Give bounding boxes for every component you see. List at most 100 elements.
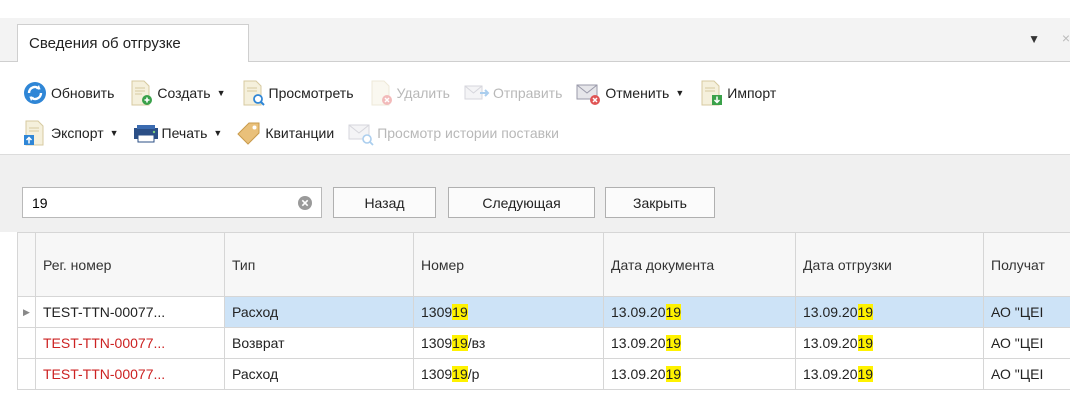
view-label: Просмотреть: [268, 85, 354, 101]
type-cell[interactable]: Возврат: [224, 327, 414, 359]
type-cell[interactable]: Расход: [224, 296, 414, 328]
delete-label: Удалить: [396, 85, 450, 101]
print-button[interactable]: Печать ▼: [133, 120, 223, 146]
tag-icon: [236, 120, 262, 146]
tab-bar: Сведения об отгрузке ▼ ×: [0, 18, 1070, 63]
top-strip: [0, 0, 1070, 18]
number-cell[interactable]: 130919/р: [413, 358, 604, 390]
row-indicator: [17, 327, 36, 359]
delete-doc-icon: [368, 80, 394, 106]
import-doc-icon: [698, 80, 724, 106]
close-search-button[interactable]: Закрыть: [605, 187, 715, 218]
search-match-highlight: 19: [857, 304, 874, 320]
next-button[interactable]: Следующая: [448, 187, 595, 218]
chevron-down-icon: ▼: [216, 88, 226, 98]
cancel-mail-icon: [576, 80, 602, 106]
search-match-highlight: 19: [665, 366, 682, 382]
document-date-cell[interactable]: 13.09.2019: [603, 358, 796, 390]
send-label: Отправить: [492, 85, 563, 101]
number-cell[interactable]: 130919: [413, 296, 604, 328]
document-date-cell[interactable]: 13.09.2019: [603, 296, 796, 328]
type-cell[interactable]: Расход: [224, 358, 414, 390]
column-header-type[interactable]: Тип: [224, 232, 414, 297]
refresh-icon: [22, 80, 48, 106]
cancel-label: Отменить: [605, 85, 670, 101]
shipment-date-cell[interactable]: 13.09.2019: [795, 358, 984, 390]
shipment-date-cell[interactable]: 13.09.2019: [795, 296, 984, 328]
table-row[interactable]: ▶ TEST-TTN-00077... Расход 130919 13.09.…: [17, 296, 1070, 328]
number-text: 1309: [421, 304, 453, 320]
history-mail-icon: [348, 120, 374, 146]
export-label: Экспорт: [51, 125, 104, 141]
receipts-button[interactable]: Квитанции: [236, 120, 334, 146]
table-row[interactable]: TEST-TTN-00077... Возврат 130919/вз 13.0…: [17, 327, 1070, 359]
refresh-button[interactable]: Обновить: [22, 80, 114, 106]
send-mail-icon: [464, 80, 490, 106]
number-text: 1309: [421, 366, 453, 382]
search-match-highlight: 19: [857, 366, 874, 382]
clear-icon[interactable]: [297, 195, 313, 211]
column-header-document-date[interactable]: Дата документа: [603, 232, 796, 297]
reg-number-cell[interactable]: TEST-TTN-00077...: [35, 327, 225, 359]
date-text: 13.09.20: [611, 335, 666, 351]
chevron-down-icon: ▼: [213, 128, 223, 138]
date-text: 13.09.20: [803, 335, 858, 351]
back-button[interactable]: Назад: [333, 187, 436, 218]
column-header-shipment-date[interactable]: Дата отгрузки: [795, 232, 984, 297]
toolbar-row-2: Экспорт ▼ Печать ▼ Квитанции Просмотр ис…: [22, 116, 573, 150]
search-match-highlight: 19: [665, 335, 682, 351]
tab-shipment-info[interactable]: Сведения об отгрузке: [17, 24, 249, 63]
date-text: 13.09.20: [611, 366, 666, 382]
import-button[interactable]: Импорт: [698, 80, 776, 106]
search-match-highlight: 19: [452, 366, 468, 382]
create-doc-icon: [128, 80, 154, 106]
document-date-cell[interactable]: 13.09.2019: [603, 327, 796, 359]
search-bar: Назад Следующая Закрыть: [0, 154, 1070, 232]
number-suffix: /р: [467, 366, 480, 382]
chevron-down-icon: ▼: [109, 128, 119, 138]
shipments-table: Рег. номер Тип Номер Дата документа Дата…: [17, 232, 1070, 394]
column-header-number[interactable]: Номер: [413, 232, 604, 297]
recipient-cell[interactable]: АО "ЦЕI: [983, 358, 1070, 390]
toolbar: Обновить Создать ▼ Просмотреть Удалить О…: [0, 62, 1070, 154]
delivery-history-label: Просмотр истории поставки: [377, 125, 559, 141]
number-cell[interactable]: 130919/вз: [413, 327, 604, 359]
send-button[interactable]: Отправить: [464, 80, 562, 106]
create-button[interactable]: Создать ▼: [128, 80, 226, 106]
column-header-reg-number[interactable]: Рег. номер: [35, 232, 225, 297]
column-header-recipient[interactable]: Получат: [983, 232, 1070, 297]
recipient-cell[interactable]: АО "ЦЕI: [983, 296, 1070, 328]
cancel-button[interactable]: Отменить ▼: [576, 80, 684, 106]
import-label: Импорт: [727, 85, 777, 101]
recipient-cell[interactable]: АО "ЦЕI: [983, 327, 1070, 359]
printer-icon: [133, 120, 159, 146]
create-label: Создать: [157, 85, 211, 101]
shipment-date-cell[interactable]: 13.09.2019: [795, 327, 984, 359]
date-text: 13.09.20: [611, 304, 666, 320]
close-icon[interactable]: ×: [1062, 30, 1070, 46]
print-label: Печать: [161, 125, 208, 141]
tab-menu-icon[interactable]: ▼: [1028, 32, 1040, 46]
date-text: 13.09.20: [803, 366, 858, 382]
number-text: 1309: [421, 335, 453, 351]
toolbar-row-1: Обновить Создать ▼ Просмотреть Удалить О…: [22, 76, 790, 110]
chevron-down-icon: ▼: [675, 88, 685, 98]
view-button[interactable]: Просмотреть: [240, 80, 354, 106]
row-indicator-icon: ▶: [17, 296, 36, 328]
search-input[interactable]: [32, 194, 282, 211]
view-doc-icon: [240, 80, 266, 106]
search-match-highlight: 19: [452, 304, 468, 320]
delete-button[interactable]: Удалить: [368, 80, 450, 106]
number-suffix: /вз: [467, 335, 486, 351]
export-button[interactable]: Экспорт ▼: [22, 120, 119, 146]
tab-label: Сведения об отгрузке: [29, 35, 181, 52]
table-row[interactable]: TEST-TTN-00077... Расход 130919/р 13.09.…: [17, 358, 1070, 390]
delivery-history-button[interactable]: Просмотр истории поставки: [348, 120, 559, 146]
refresh-label: Обновить: [51, 85, 115, 101]
receipts-label: Квитанции: [265, 125, 335, 141]
search-match-highlight: 19: [665, 304, 682, 320]
search-match-highlight: 19: [452, 335, 468, 351]
reg-number-cell[interactable]: TEST-TTN-00077...: [35, 358, 225, 390]
reg-number-cell[interactable]: TEST-TTN-00077...: [35, 296, 225, 328]
export-doc-icon: [22, 120, 48, 146]
